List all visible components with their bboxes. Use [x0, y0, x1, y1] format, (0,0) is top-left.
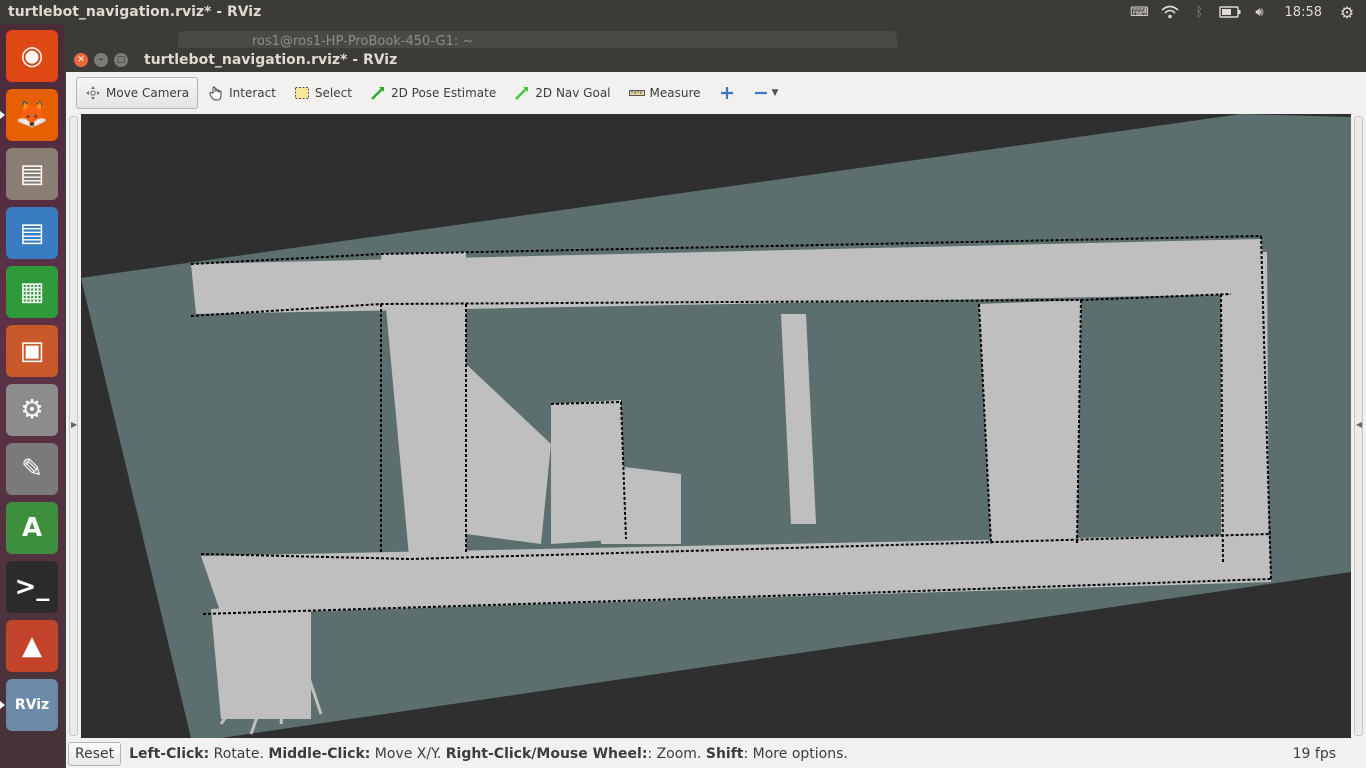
- move-camera-label: Move Camera: [106, 86, 190, 100]
- ubuntu-dash-icon[interactable]: ◉: [6, 30, 58, 82]
- calc-glyph: ▦: [19, 277, 45, 307]
- impress-icon[interactable]: ▣: [6, 325, 58, 377]
- rviz-glyph: RViz: [14, 697, 50, 713]
- select-button[interactable]: Select: [286, 77, 360, 109]
- volume-icon[interactable]: 🔊︎: [1247, 0, 1273, 24]
- select-box-icon: [294, 85, 310, 101]
- writer-glyph: ▤: [19, 218, 45, 248]
- move-camera-icon: [85, 85, 101, 101]
- window-titlebar[interactable]: ✕ – □ turtlebot_navigation.rviz* - RViz: [66, 48, 1366, 72]
- hand-pointer-icon: [208, 85, 224, 101]
- middle-click-key: Middle-Click:: [268, 746, 371, 762]
- 2d-pose-estimate-button[interactable]: 2D Pose Estimate: [362, 77, 504, 109]
- rviz-icon[interactable]: RViz: [6, 679, 58, 731]
- system-settings-icon[interactable]: ⚙: [6, 384, 58, 436]
- battery-icon[interactable]: [1217, 0, 1243, 24]
- right-click-desc: : Zoom.: [647, 746, 706, 762]
- rviz-window: ✕ – □ turtlebot_navigation.rviz* - RViz …: [66, 48, 1366, 768]
- text-editor-glyph: ✎: [21, 454, 43, 484]
- impress-glyph: ▣: [19, 336, 45, 366]
- reset-button[interactable]: Reset: [68, 742, 122, 766]
- left-click-desc: Rotate.: [209, 746, 269, 762]
- right-panel-splitter[interactable]: ◀: [1352, 114, 1365, 738]
- middle-click-desc: Move X/Y.: [370, 746, 446, 762]
- 2d-nav-goal-label: 2D Nav Goal: [535, 86, 611, 100]
- fps-counter: 19 fps: [1292, 746, 1336, 762]
- system-tray: ⌨ ᛒ 🔊︎ 18:58 ⚙: [1127, 0, 1366, 24]
- bluetooth-icon[interactable]: ᛒ: [1187, 0, 1213, 24]
- writer-icon[interactable]: ▤: [6, 207, 58, 259]
- move-camera-button[interactable]: Move Camera: [76, 77, 199, 109]
- left-panel-splitter[interactable]: ▶: [67, 114, 80, 738]
- right-click-key: Right-Click/Mouse Wheel:: [445, 746, 648, 762]
- running-indicator: [0, 701, 5, 709]
- maximize-icon[interactable]: □: [114, 53, 128, 67]
- files-glyph: ▤: [19, 159, 45, 189]
- ubuntu-dash-glyph: ◉: [20, 41, 44, 71]
- chevron-down-icon[interactable]: ▼: [772, 88, 779, 98]
- ruler-icon: [628, 85, 645, 101]
- background-window-title: ros1@ros1-HP-ProBook-450-G1: ~: [252, 34, 474, 49]
- minus-icon: [753, 85, 769, 101]
- matlab-icon[interactable]: ▲: [6, 620, 58, 672]
- shift-desc: : More options.: [743, 746, 848, 762]
- shift-key: Shift: [705, 746, 744, 762]
- interact-label: Interact: [229, 86, 276, 100]
- remove-tool-button[interactable]: ▼: [745, 77, 787, 109]
- settings-gear-icon[interactable]: ⚙: [1334, 0, 1360, 24]
- minimize-icon[interactable]: –: [94, 53, 108, 67]
- status-bar: Reset Left-Click: Rotate. Middle-Click: …: [66, 740, 1366, 768]
- select-label: Select: [314, 86, 352, 100]
- matlab-glyph: ▲: [22, 631, 42, 661]
- measure-button[interactable]: Measure: [621, 77, 709, 109]
- window-title: turtlebot_navigation.rviz* - RViz: [144, 52, 398, 68]
- firefox-icon[interactable]: 🦊: [6, 89, 58, 141]
- close-icon[interactable]: ✕: [74, 53, 88, 67]
- running-indicator: [0, 111, 5, 119]
- tools-toolbar: Move Camera Interact Select 2D Pose Esti…: [66, 72, 1366, 114]
- active-window-title: turtlebot_navigation.rviz* - RViz: [8, 4, 262, 20]
- top-panel: turtlebot_navigation.rviz* - RViz ⌨ ᛒ 🔊︎…: [0, 0, 1366, 24]
- 2d-nav-goal-button[interactable]: 2D Nav Goal: [506, 77, 618, 109]
- green-arrow-icon: [370, 85, 386, 101]
- files-icon[interactable]: ▤: [6, 148, 58, 200]
- plus-icon: [719, 85, 735, 101]
- text-editor-icon[interactable]: ✎: [6, 443, 58, 495]
- interact-button[interactable]: Interact: [200, 77, 284, 109]
- green-arrow-icon: [514, 85, 530, 101]
- add-tool-button[interactable]: [711, 77, 743, 109]
- expand-right-arrow-icon[interactable]: ◀: [1356, 420, 1362, 429]
- 2d-pose-estimate-label: 2D Pose Estimate: [390, 86, 497, 100]
- 3d-viewport[interactable]: [81, 114, 1351, 738]
- left-click-key: Left-Click:: [129, 746, 210, 762]
- launcher: ◉ 🦊 ▤ ▤ ▦ ▣ ⚙ ✎ A >_ ▲ RViz: [0, 24, 64, 768]
- software-updater-glyph: A: [21, 513, 43, 543]
- terminal-glyph: >_: [14, 572, 50, 602]
- occupancy-grid-map: [81, 114, 1351, 738]
- measure-label: Measure: [649, 86, 701, 100]
- clock[interactable]: 18:58: [1277, 5, 1330, 20]
- software-updater-icon[interactable]: A: [6, 502, 58, 554]
- mouse-hint-text: Left-Click: Rotate. Middle-Click: Move X…: [129, 746, 848, 762]
- expand-left-arrow-icon[interactable]: ▶: [71, 420, 77, 429]
- system-settings-glyph: ⚙: [20, 395, 44, 425]
- terminal-icon[interactable]: >_: [6, 561, 58, 613]
- calc-icon[interactable]: ▦: [6, 266, 58, 318]
- keyboard-icon[interactable]: ⌨: [1127, 0, 1153, 24]
- wifi-icon[interactable]: [1157, 0, 1183, 24]
- firefox-glyph: 🦊: [15, 100, 49, 130]
